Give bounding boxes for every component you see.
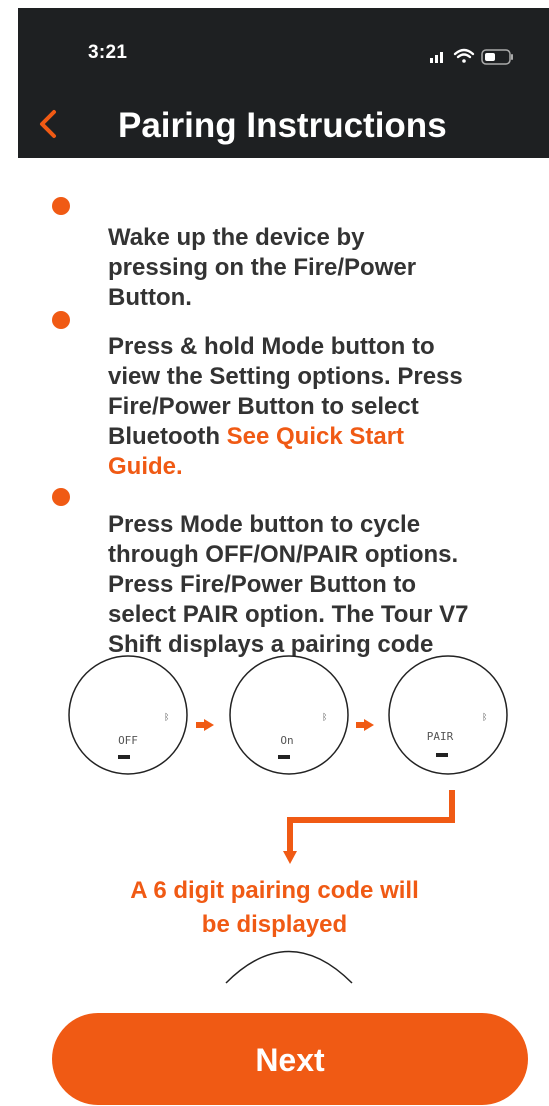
- arrow-right-icon: [196, 719, 214, 731]
- battery-icon: [481, 49, 513, 65]
- status-time: 3:21: [88, 42, 128, 63]
- svg-text:ᛒ: ᛒ: [482, 712, 487, 722]
- connector-arrow-icon: [287, 790, 455, 853]
- instruction-text: Wake up the device by pressing on the Fi…: [108, 224, 417, 311]
- next-button[interactable]: Next: [52, 1013, 528, 1105]
- page-title: Pairing Instructions: [118, 106, 447, 145]
- arrow-right-icon: [356, 719, 374, 731]
- wifi-icon: [453, 48, 475, 63]
- bullet-dot: [52, 197, 70, 215]
- back-chevron-icon[interactable]: [34, 104, 64, 144]
- svg-text:ᛒ: ᛒ: [322, 712, 327, 722]
- top-bar: 3:21 Pairing Instructions: [18, 8, 549, 158]
- screen-label: On: [280, 734, 293, 747]
- bullet-dot: [52, 488, 70, 506]
- device-screen-on: On ᛒ: [229, 655, 349, 775]
- bullet-dot: [52, 311, 70, 329]
- signal-icon: [430, 52, 443, 63]
- screen-label: OFF: [118, 734, 138, 747]
- device-screen-partial: [225, 950, 353, 984]
- arrow-down-icon: [283, 851, 297, 864]
- svg-text:ᛒ: ᛒ: [164, 712, 169, 722]
- instruction-item: Wake up the device by pressing on the Fi…: [108, 193, 538, 313]
- instruction-text: Press Mode button to cycle through OFF/O…: [108, 511, 469, 658]
- status-icons: [430, 48, 513, 65]
- instruction-item: Press & hold Mode button to view the Set…: [108, 302, 538, 482]
- screen-label: PAIR: [427, 730, 454, 743]
- device-screen-pair: PAIR ᛒ: [388, 655, 508, 775]
- pairing-code-note: A 6 digit pairing code will be displayed: [130, 877, 419, 938]
- device-screen-off: OFF ᛒ: [68, 655, 188, 775]
- instruction-item: Press Mode button to cycle through OFF/O…: [108, 480, 538, 660]
